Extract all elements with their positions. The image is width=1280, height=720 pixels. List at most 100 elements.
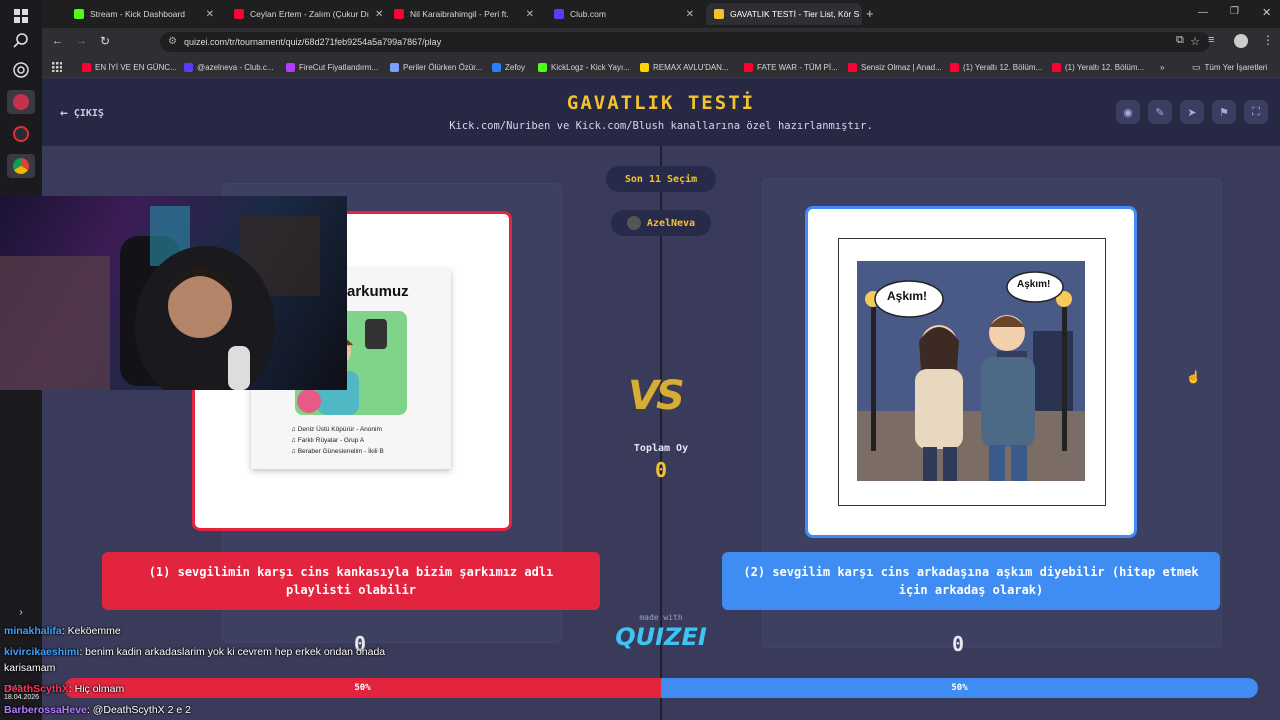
bookmark-label: Sensiz Olmaz | Anad... [861, 62, 942, 72]
tab-kick-dashboard[interactable]: Stream - Kick Dashboard ✕ [66, 3, 222, 25]
user-avatar [626, 216, 641, 230]
search-icon[interactable] [9, 28, 33, 52]
tab-ceylan-ertem[interactable]: Ceylan Ertem - Zalım (Çukur Dı ✕ [226, 3, 382, 25]
chat-text: : Keköemme [61, 625, 121, 637]
kick-icon [74, 9, 84, 19]
youtube-icon [1052, 62, 1061, 72]
minimize-icon[interactable]: — [1198, 7, 1208, 18]
chat-user: minakhalifa [4, 625, 62, 637]
total-votes-label: Toplam Oy [633, 443, 689, 454]
fullscreen-icon[interactable]: ⛶ [1244, 100, 1268, 124]
tab-gavatlik-testi[interactable]: GAVATLIK TESTİ - Tier List, Kör S ✕ [706, 3, 862, 25]
song-item: ♫ Farklı Rüyalar - Grup A [291, 435, 384, 446]
close-icon[interactable]: ✕ [526, 9, 534, 20]
url-text: quizei.com/tr/tournament/quiz/68d271feb9… [184, 37, 442, 47]
bookmark-item[interactable]: KickLogz - Kick Yayı... [538, 60, 630, 74]
quiz-app: ← ÇIKIŞ GAVATLIK TESTİ Kick.com/Nuriben … [42, 78, 1280, 720]
bookmark-item[interactable]: Periler Ölürken Özür... [390, 60, 482, 74]
flag-icon[interactable]: ⚑ [1212, 100, 1236, 124]
back-icon[interactable]: ← [52, 35, 63, 47]
chat-text: : Hiç olmam [68, 683, 125, 695]
bookmark-item[interactable]: Sensiz Olmaz | Anad... [848, 60, 942, 74]
windows-start-icon[interactable] [9, 4, 33, 28]
tab-club[interactable]: Club.com ✕ [546, 3, 702, 25]
browser-tabbar: Stream - Kick Dashboard ✕ Ceylan Ertem -… [42, 0, 1280, 28]
youtube-icon [82, 62, 91, 72]
quizei-icon [714, 9, 724, 19]
youtube-icon [394, 9, 404, 19]
choice-card-right[interactable]: Aşkım! Aşkım! [805, 206, 1137, 538]
bookmark-label: REMAX AVLU'DAN... [653, 62, 729, 72]
media-icon[interactable]: ≡ [1208, 34, 1214, 46]
apps-icon[interactable] [52, 60, 62, 74]
tab-nil-karaibrahimgil[interactable]: Nil Karaibrahimgil - Peri ft. ✕ [386, 3, 542, 25]
expand-arrow-icon[interactable]: › [9, 600, 33, 624]
bookmark-label: FireCut Fiyatlandırm... [299, 62, 379, 72]
right-percent-label: 50% [951, 683, 968, 693]
page-icon [640, 62, 649, 72]
streamer-webcam-image [0, 206, 320, 390]
all-bookmarks[interactable]: ▭ Tüm Yer İşaretleri [1192, 60, 1267, 74]
extensions-icon[interactable]: ⧉ [1176, 34, 1184, 47]
song-item: ♫ Deniz Üstü Köpürür - Anonim [291, 424, 384, 435]
close-icon[interactable]: ✕ [206, 9, 214, 20]
chatgpt-icon[interactable] [9, 58, 33, 82]
chat-user: DeathScythX [4, 683, 69, 695]
bookmark-item[interactable]: FATE WAR - TÜM Pİ... [744, 60, 838, 74]
profile-avatar[interactable] [1234, 34, 1248, 48]
quizei-logo[interactable]: QUIZEI [602, 623, 720, 651]
close-icon[interactable]: ✕ [686, 9, 694, 20]
bookmark-item[interactable]: (1) Yeraltı 12. Bölüm... [1052, 60, 1144, 74]
bookmark-item[interactable]: EN İYİ VE EN GÜNC... [82, 60, 177, 74]
forward-icon[interactable]: → [76, 35, 87, 47]
chat-user: kivircikaeshimi [4, 646, 80, 658]
chat-message: BarberossaHeve: @DeathScythX 2 e 2 [4, 704, 191, 716]
choice-right-text: (2) sevgilim karşı cins arkadaşına aşkım… [743, 565, 1199, 597]
chat-text: : benim kadin arkadaslarim yok ki cevrem… [79, 646, 386, 658]
window-close-icon[interactable]: ✕ [1262, 6, 1271, 19]
quiz-title: GAVATLIK TESTİ [566, 92, 756, 114]
quiz-subtitle: Kick.com/Nuriben ve Kick.com/Blush kanal… [449, 120, 873, 132]
menu-icon[interactable]: ⋮ [1262, 33, 1274, 47]
more-bookmarks-icon[interactable]: » [1160, 60, 1164, 74]
url-input[interactable]: ⚙ quizei.com/tr/tournament/quiz/68d271fe… [160, 32, 1210, 52]
club-icon [184, 62, 193, 72]
bookmarks-bar: EN İYİ VE EN GÜNC... @azelneva - Club.c.… [42, 56, 1280, 78]
chat-message: karisamam [4, 662, 55, 674]
browser-addressbar: ← → ↻ ⚙ quizei.com/tr/tournament/quiz/68… [42, 28, 1280, 56]
bookmark-label: EN İYİ VE EN GÜNC... [95, 62, 177, 72]
edit-icon[interactable]: ✎ [1148, 100, 1172, 124]
page-icon [390, 62, 399, 72]
recorder-app-icon[interactable] [9, 122, 33, 146]
choice-button-left[interactable]: (1) sevgilimin karşı cins kankasıyla biz… [102, 552, 600, 610]
bookmark-label: FATE WAR - TÜM Pİ... [757, 62, 838, 72]
choice-button-right[interactable]: (2) sevgilim karşı cins arkadaşına aşkım… [722, 552, 1220, 610]
bookmark-star-icon[interactable]: ☆ [1190, 35, 1200, 48]
bookmark-item[interactable]: @azelneva - Club.c... [184, 60, 274, 74]
share-icon[interactable]: ➤ [1180, 100, 1204, 124]
eye-icon[interactable]: ◉ [1116, 100, 1140, 124]
total-votes-value: 0 [654, 458, 668, 482]
chat-text: karisamam [4, 662, 56, 674]
new-tab-icon[interactable]: + [866, 6, 874, 21]
bookmark-item[interactable]: (1) Yeraltı 12. Bölüm... [950, 60, 1042, 74]
bookmark-label: Zefoy [505, 62, 526, 72]
chat-message: DeathScythX: Hiç olmam [4, 683, 124, 695]
obs-app-icon[interactable] [7, 90, 35, 114]
webcam-overlay [0, 196, 347, 390]
tab-label: Ceylan Ertem - Zalım (Çukur Dı [250, 9, 370, 19]
tab-label: Stream - Kick Dashboard [90, 9, 185, 19]
close-icon[interactable]: ✕ [375, 9, 382, 20]
youtube-icon [234, 9, 244, 19]
club-icon [554, 9, 564, 19]
bookmark-item[interactable]: FireCut Fiyatlandırm... [286, 60, 378, 74]
bookmark-item[interactable]: REMAX AVLU'DAN... [640, 60, 729, 74]
thumbs-up-icon [492, 62, 501, 72]
reload-icon[interactable]: ↻ [100, 34, 110, 48]
bookmark-item[interactable]: Zefoy [492, 60, 525, 74]
maximize-icon[interactable]: ❐ [1230, 6, 1239, 17]
site-info-icon[interactable]: ⚙ [168, 36, 177, 47]
bookmark-label: @azelneva - Club.c... [197, 62, 274, 72]
music-note-icon: ♫ [291, 448, 298, 455]
chrome-app-icon[interactable] [7, 154, 35, 178]
